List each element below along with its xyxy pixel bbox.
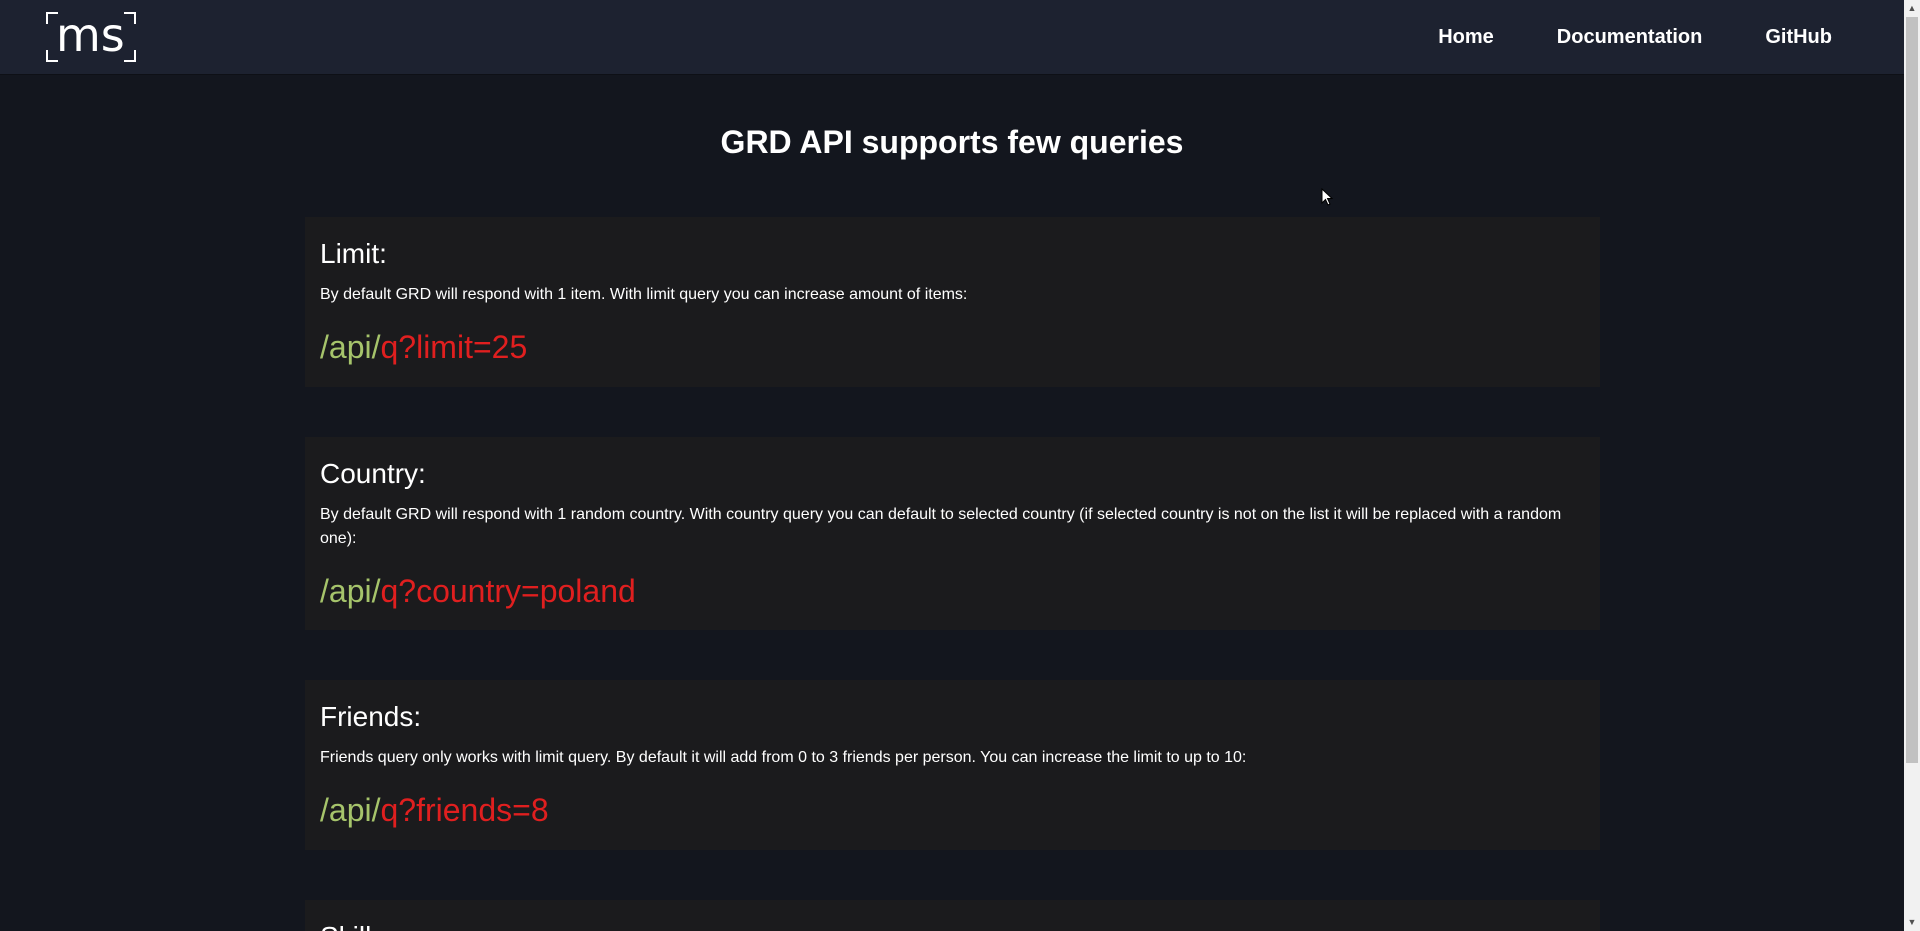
main-nav: Home Documentation GitHub — [1438, 0, 1832, 74]
section-description: Friends query only works with limit quer… — [320, 749, 1247, 766]
code-query: q?friends=8 — [380, 792, 549, 828]
section-description: By default GRD will respond with 1 rando… — [320, 506, 1562, 547]
scrollbar-thumb[interactable] — [1906, 17, 1918, 763]
section-title: Country: — [320, 458, 426, 489]
page-scrollbar[interactable]: ▲ ▼ — [1904, 0, 1920, 931]
section-title: Skills: — [320, 920, 1585, 931]
code-example: /api/q?friends=8 — [320, 790, 1585, 830]
limit-section: Limit: By default GRD will respond with … — [305, 217, 1600, 387]
code-query: q?limit=25 — [380, 329, 528, 365]
code-base: /api/ — [320, 329, 381, 365]
country-section: Country: By default GRD will respond wit… — [305, 437, 1600, 630]
skills-section: Skills: — [305, 900, 1600, 931]
code-query: q?country=poland — [380, 573, 636, 609]
main-content: GRD API supports few queries Limit: By d… — [0, 74, 1904, 931]
scroll-down-arrow-icon[interactable]: ▼ — [1904, 914, 1920, 931]
section-title: Friends: — [320, 701, 422, 732]
page: ms Home Documentation GitHub GRD API sup… — [0, 0, 1920, 931]
nav-github-link[interactable]: GitHub — [1765, 26, 1832, 49]
friends-section: Friends: Friends query only works with l… — [305, 680, 1600, 850]
logo-bracket-icon — [124, 50, 136, 62]
code-base: /api/ — [320, 792, 381, 828]
section-title: Limit: — [320, 238, 387, 269]
code-example: /api/q?limit=25 — [320, 327, 1585, 367]
logo-bracket-icon — [124, 12, 136, 24]
section-description: By default GRD will respond with 1 item.… — [320, 286, 968, 303]
nav-documentation-link[interactable]: Documentation — [1557, 26, 1703, 49]
navbar: ms Home Documentation GitHub — [0, 0, 1904, 74]
mouse-cursor-icon — [1321, 188, 1333, 206]
code-example: /api/q?country=poland — [320, 571, 1585, 611]
logo-text: ms — [56, 8, 125, 62]
scroll-up-arrow-icon[interactable]: ▲ — [1904, 0, 1920, 17]
code-base: /api/ — [320, 573, 381, 609]
page-title: GRD API supports few queries — [720, 124, 1184, 160]
ms-logo[interactable]: ms — [46, 8, 136, 62]
nav-home-link[interactable]: Home — [1438, 26, 1494, 49]
